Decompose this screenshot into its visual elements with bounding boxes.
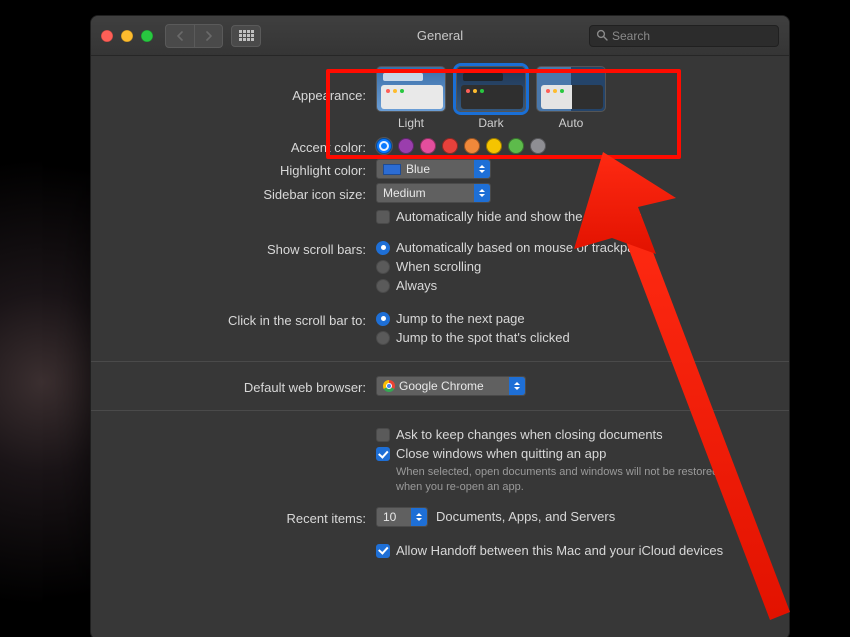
scrollbars-radio-auto[interactable]: [376, 241, 390, 255]
recent-items-suffix: Documents, Apps, and Servers: [436, 509, 615, 524]
content: Appearance: Light Dark Auto: [91, 56, 789, 584]
dark-thumbnail-icon: [456, 66, 526, 112]
minimize-window-button[interactable]: [121, 30, 133, 42]
grid-icon: [239, 30, 253, 41]
appearance-option-light[interactable]: Light: [376, 66, 446, 130]
default-browser-value: Google Chrome: [399, 379, 484, 393]
search-input[interactable]: [612, 29, 772, 43]
appearance-caption: Auto: [559, 116, 584, 130]
chevron-left-icon: [176, 31, 184, 41]
accent-swatch[interactable]: [376, 138, 392, 154]
default-browser-select[interactable]: Google Chrome: [376, 376, 526, 396]
scrollbars-radio-label: Always: [396, 278, 437, 293]
auto-thumbnail-icon: [536, 66, 606, 112]
accent-swatch[interactable]: [442, 138, 458, 154]
ask-keep-label: Ask to keep changes when closing documen…: [396, 427, 663, 442]
browser-label: Default web browser:: [121, 376, 376, 395]
chrome-icon: [383, 380, 395, 392]
click-scroll-radio-nextpage[interactable]: [376, 312, 390, 326]
appearance-caption: Dark: [478, 116, 503, 130]
close-windows-checkbox[interactable]: [376, 447, 390, 461]
scrollbars-radio-label: When scrolling: [396, 259, 481, 274]
preferences-window: General Appearance: Light Dark: [90, 15, 790, 637]
autohide-menubar-label: Automatically hide and show the menu bar: [396, 209, 641, 224]
updown-icon: [474, 184, 490, 202]
titlebar: General: [91, 16, 789, 56]
appearance-label: Appearance:: [121, 66, 376, 103]
scrollbars-radio-label: Automatically based on mouse or trackpad: [396, 240, 642, 255]
updown-icon: [474, 160, 490, 178]
highlight-swatch-icon: [383, 164, 401, 175]
close-windows-note: When selected, open documents and window…: [396, 465, 736, 495]
back-button[interactable]: [166, 25, 194, 47]
chevron-right-icon: [205, 31, 213, 41]
forward-button[interactable]: [194, 25, 222, 47]
accent-swatches: [376, 136, 759, 154]
accent-swatch[interactable]: [486, 138, 502, 154]
show-all-button[interactable]: [231, 25, 261, 47]
autohide-menubar-checkbox[interactable]: [376, 210, 390, 224]
appearance-option-dark[interactable]: Dark: [456, 66, 526, 130]
close-window-button[interactable]: [101, 30, 113, 42]
handoff-label: Allow Handoff between this Mac and your …: [396, 543, 723, 558]
recent-items-value: 10: [383, 510, 396, 524]
appearance-option-auto[interactable]: Auto: [536, 66, 606, 130]
accent-swatch[interactable]: [398, 138, 414, 154]
sidebar-icon-select[interactable]: Medium: [376, 183, 491, 203]
scrollbars-radio-always[interactable]: [376, 279, 390, 293]
click-scroll-label: Click in the scroll bar to:: [121, 309, 376, 328]
accent-swatch[interactable]: [530, 138, 546, 154]
ask-keep-checkbox[interactable]: [376, 428, 390, 442]
click-scroll-radio-label: Jump to the spot that's clicked: [396, 330, 570, 345]
handoff-checkbox[interactable]: [376, 544, 390, 558]
search-icon: [596, 29, 608, 43]
accent-swatch[interactable]: [420, 138, 436, 154]
highlight-value: Blue: [406, 162, 430, 176]
appearance-caption: Light: [398, 116, 424, 130]
window-controls: [101, 30, 153, 42]
click-scroll-radio-label: Jump to the next page: [396, 311, 525, 326]
scrollbars-label: Show scroll bars:: [121, 238, 376, 257]
search-field[interactable]: [589, 25, 779, 47]
highlight-color-select[interactable]: Blue: [376, 159, 491, 179]
accent-label: Accent color:: [121, 136, 376, 155]
divider: [91, 361, 789, 362]
updown-icon: [509, 377, 525, 395]
scrollbars-radio-scrolling[interactable]: [376, 260, 390, 274]
sidebar-icon-value: Medium: [383, 186, 426, 200]
divider: [91, 410, 789, 411]
light-thumbnail-icon: [376, 66, 446, 112]
updown-icon: [411, 508, 427, 526]
accent-swatch[interactable]: [508, 138, 524, 154]
sidebar-icon-label: Sidebar icon size:: [121, 183, 376, 202]
zoom-window-button[interactable]: [141, 30, 153, 42]
recent-items-select[interactable]: 10: [376, 507, 428, 527]
click-scroll-radio-spot[interactable]: [376, 331, 390, 345]
highlight-label: Highlight color:: [121, 159, 376, 178]
close-windows-label: Close windows when quitting an app: [396, 446, 606, 461]
accent-swatch[interactable]: [464, 138, 480, 154]
recent-label: Recent items:: [121, 507, 376, 526]
